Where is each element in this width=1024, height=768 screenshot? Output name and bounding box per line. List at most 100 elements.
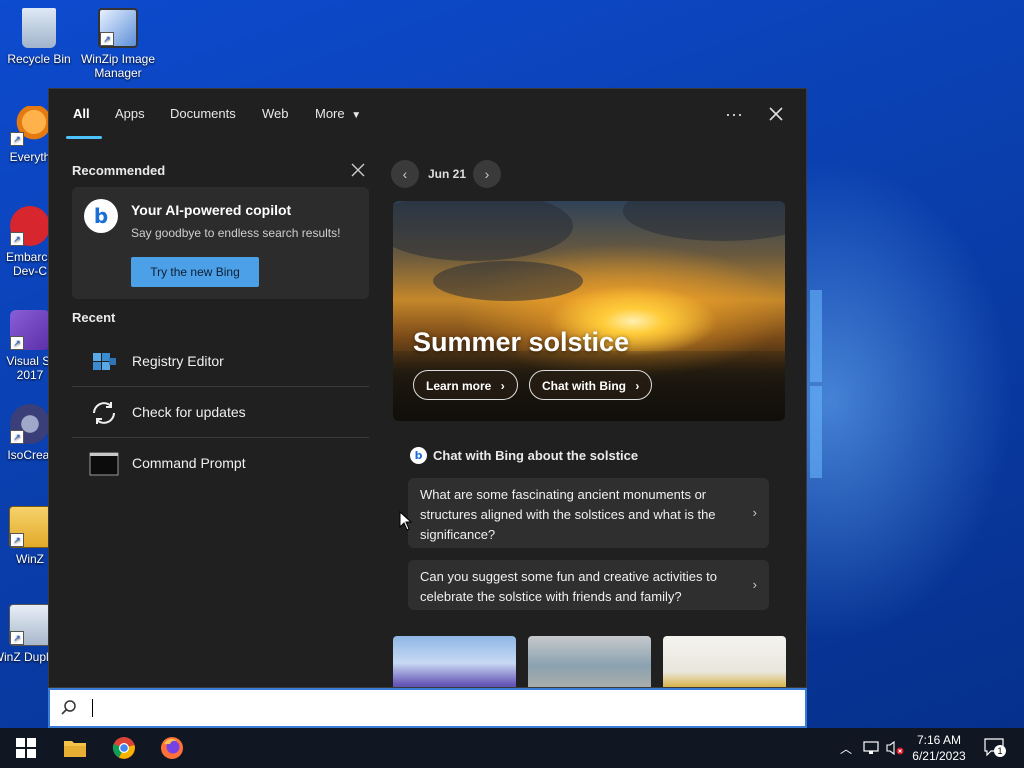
chat-suggestion-text: Can you suggest some fun and creative ac… xyxy=(420,569,717,604)
learn-more-button[interactable]: Learn more › xyxy=(413,370,518,400)
recycle-bin-icon xyxy=(22,8,56,48)
visual-studio-icon: ↗ xyxy=(10,310,50,350)
shortcut-arrow-icon: ↗ xyxy=(10,533,24,547)
chat-with-bing-heading: Chat with Bing about the solstice xyxy=(433,448,639,463)
desktop-icon-label: WinZip Image Manager xyxy=(80,52,156,80)
bing-card-subtitle: Say goodbye to endless search results! xyxy=(131,226,341,240)
recent-item-label: Command Prompt xyxy=(132,455,246,471)
desktop-icon-label: Visual St 2017 xyxy=(6,354,54,382)
desktop-icon-label: Recycle Bin xyxy=(7,52,71,66)
winzip-icon: ↗ xyxy=(9,506,51,548)
recent-item-registry-editor[interactable]: Registry Editor xyxy=(72,337,369,387)
solstice-hero-card[interactable]: Summer solstice Learn more › Chat with B… xyxy=(393,201,785,421)
recent-item-command-prompt[interactable]: Command Prompt xyxy=(72,439,369,489)
show-hidden-icons-button[interactable]: ︿ xyxy=(840,740,852,757)
try-new-bing-button[interactable]: Try the new Bing xyxy=(131,257,259,287)
bing-icon: b xyxy=(84,199,118,233)
news-thumbnail[interactable] xyxy=(663,636,786,687)
hero-title: Summer solstice xyxy=(413,327,630,357)
search-icon xyxy=(61,700,76,715)
chevron-right-icon: › xyxy=(752,577,757,592)
news-thumbnail[interactable] xyxy=(393,636,516,687)
text-caret xyxy=(92,699,93,717)
bing-icon: b xyxy=(410,447,427,464)
search-panel: All Apps Documents Web More ▼ ··· Recomm… xyxy=(48,88,807,688)
close-panel-button[interactable] xyxy=(761,102,791,126)
search-box[interactable] xyxy=(48,688,807,728)
more-options-button[interactable]: ··· xyxy=(719,102,749,126)
tab-web[interactable]: Web xyxy=(262,106,289,121)
notification-count-badge: 1 xyxy=(994,745,1006,757)
next-day-button[interactable]: › xyxy=(473,160,501,188)
clock-time: 7:16 AM xyxy=(916,733,962,747)
chevron-left-icon: ‹ xyxy=(402,166,408,182)
chat-suggestion-text: What are some fascinating ancient monume… xyxy=(420,487,716,542)
shortcut-arrow-icon: ↗ xyxy=(10,132,24,146)
desktop-icon-label: Everyth xyxy=(9,150,51,164)
tab-documents[interactable]: Documents xyxy=(170,106,236,121)
tab-more[interactable]: More ▼ xyxy=(315,106,361,121)
file-explorer-button[interactable] xyxy=(61,734,89,762)
shortcut-arrow-icon: ↗ xyxy=(10,631,24,645)
windows-logo-pane xyxy=(810,386,822,478)
news-thumbnail[interactable] xyxy=(528,636,651,687)
chevron-right-icon: › xyxy=(500,379,505,393)
clock[interactable]: 7:16 AM 6/21/2023 xyxy=(908,732,970,764)
desktop-icon-winzip-image-manager[interactable]: ↗ WinZip Image Manager xyxy=(80,8,156,80)
chevron-right-icon: › xyxy=(484,166,490,182)
taskbar: ︿ 7:16 AM 6/21/2023 1 xyxy=(0,728,1024,768)
hero-cloud xyxy=(623,201,785,241)
sync-icon xyxy=(93,402,115,424)
firefox-icon xyxy=(161,737,183,759)
chevron-right-icon: › xyxy=(752,505,757,520)
desktop-icon-label: WinZ xyxy=(16,552,44,566)
action-center-button[interactable]: 1 xyxy=(984,738,1006,758)
volume-button[interactable] xyxy=(886,740,904,756)
shortcut-arrow-icon: ↗ xyxy=(10,232,24,246)
everything-icon: ↗ xyxy=(10,106,50,146)
recent-item-check-for-updates[interactable]: Check for updates xyxy=(72,388,369,438)
mouse-cursor-icon xyxy=(399,511,413,531)
shortcut-arrow-icon: ↗ xyxy=(100,32,114,46)
hero-cloud xyxy=(393,201,573,261)
pill-label: Chat with Bing xyxy=(542,379,626,393)
windows-logo-pane xyxy=(810,290,822,382)
command-prompt-icon xyxy=(89,452,119,476)
date-label: Jun 21 xyxy=(428,167,467,181)
isocreator-icon: ↗ xyxy=(10,404,50,444)
firefox-button[interactable] xyxy=(158,734,186,762)
recent-item-label: Registry Editor xyxy=(132,353,224,369)
start-button[interactable] xyxy=(12,734,40,762)
registry-editor-icon xyxy=(93,353,116,370)
start-icon xyxy=(16,738,36,758)
shortcut-arrow-icon: ↗ xyxy=(10,430,24,444)
volume-muted-icon xyxy=(886,740,904,756)
chevron-right-icon: › xyxy=(635,379,640,393)
clock-date: 6/21/2023 xyxy=(912,749,966,763)
pill-label: Learn more xyxy=(426,379,492,393)
recommended-heading: Recommended xyxy=(72,163,166,178)
tab-apps[interactable]: Apps xyxy=(115,106,145,121)
previous-day-button[interactable]: ‹ xyxy=(391,160,419,188)
recent-item-label: Check for updates xyxy=(132,404,246,420)
network-icon[interactable] xyxy=(863,741,879,755)
dismiss-recommended-button[interactable] xyxy=(351,163,367,179)
close-icon xyxy=(769,107,783,121)
chat-with-bing-button[interactable]: Chat with Bing › xyxy=(529,370,653,400)
chrome-button[interactable] xyxy=(110,734,138,762)
desktop-icon-label: IsoCreat xyxy=(7,448,53,462)
chrome-icon xyxy=(112,737,135,759)
chat-suggestion-card[interactable]: Can you suggest some fun and creative ac… xyxy=(408,560,769,610)
hero-cloud xyxy=(433,261,583,301)
recent-heading: Recent xyxy=(72,310,116,325)
winzip-duplicate-icon: ↗ xyxy=(9,604,51,646)
desktop-icon-recycle-bin[interactable]: Recycle Bin xyxy=(1,8,77,66)
tab-all[interactable]: All xyxy=(73,106,90,121)
shortcut-arrow-icon: ↗ xyxy=(10,336,24,350)
file-explorer-icon xyxy=(64,741,86,757)
winzip-image-manager-icon: ↗ xyxy=(98,8,138,48)
devcpp-icon: ↗ xyxy=(10,206,50,246)
tab-more-label: More xyxy=(315,106,345,121)
search-tabs: All Apps Documents Web More ▼ ··· xyxy=(49,89,806,139)
chat-suggestion-card[interactable]: What are some fascinating ancient monume… xyxy=(408,478,769,548)
